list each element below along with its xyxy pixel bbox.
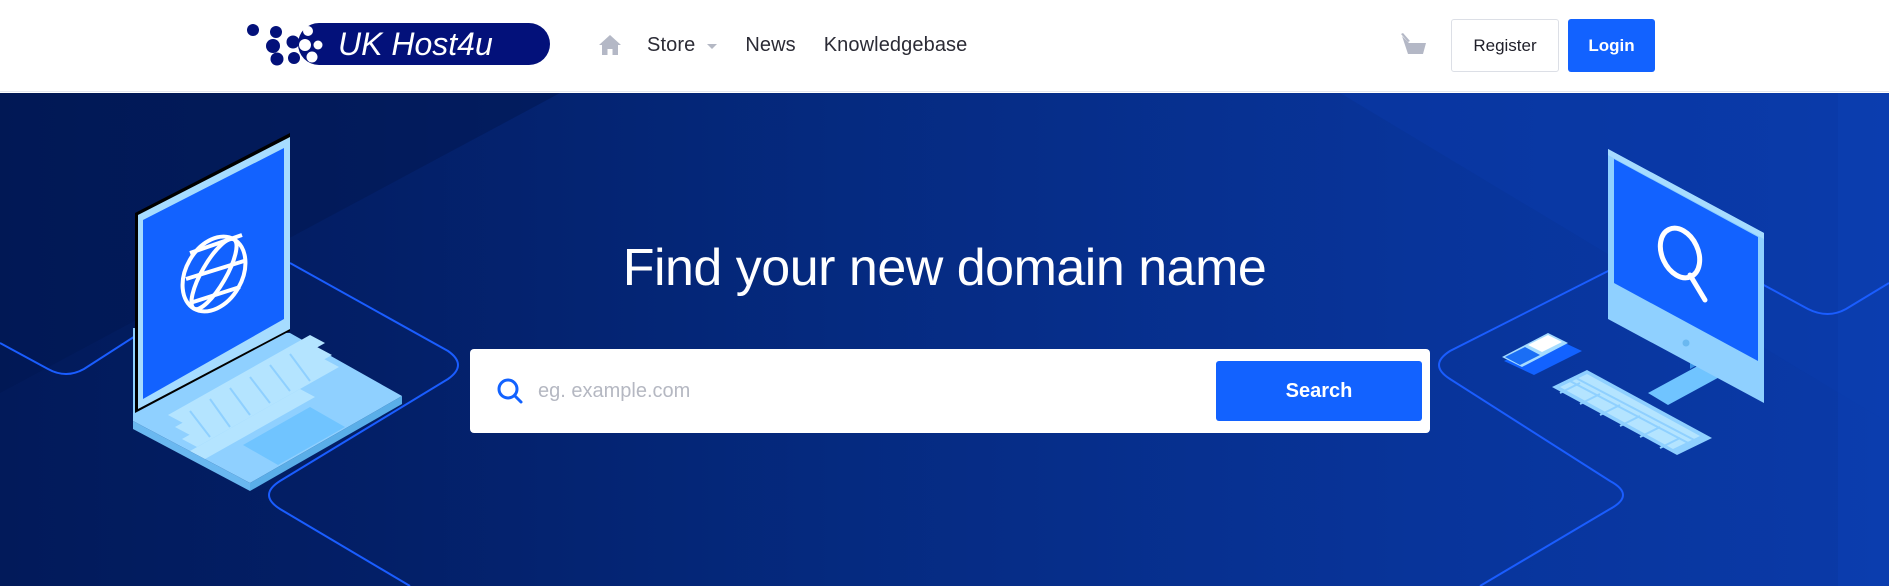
cart-button[interactable] (1400, 32, 1430, 58)
domain-search-form: Search (470, 349, 1430, 433)
main-nav: Store News Knowledgebase (597, 26, 995, 64)
login-button[interactable]: Login (1568, 19, 1655, 72)
hero-background (0, 93, 1889, 586)
site-header: UK Host4u Store News Knowledgebase Regis… (0, 0, 1889, 92)
chevron-down-icon (707, 43, 718, 49)
domain-search-button[interactable]: Search (1216, 361, 1422, 421)
brand-logo-mark: UK Host4u (247, 23, 550, 66)
nav-item-store[interactable]: Store (647, 33, 718, 57)
nav-item-news[interactable]: News (745, 34, 795, 57)
nav-item-store-label: Store (647, 33, 696, 56)
brand-name: UK Host4u (338, 26, 493, 62)
nav-item-knowledgebase[interactable]: Knowledgebase (824, 34, 968, 57)
domain-search-hero: Find your new domain name Search (0, 93, 1889, 586)
brand-logo[interactable]: UK Host4u (246, 21, 552, 67)
basket-icon (1401, 33, 1426, 54)
home-icon (599, 35, 621, 55)
nav-item-news-label: News (745, 33, 796, 56)
hero-title: Find your new domain name (622, 239, 1267, 297)
register-button[interactable]: Register (1451, 19, 1559, 72)
bg-edge-right (1838, 93, 1889, 586)
search-icon (497, 378, 523, 404)
domain-search-input[interactable] (538, 367, 1138, 415)
nav-home[interactable] (597, 32, 623, 58)
nav-item-knowledgebase-label: Knowledgebase (823, 33, 968, 56)
